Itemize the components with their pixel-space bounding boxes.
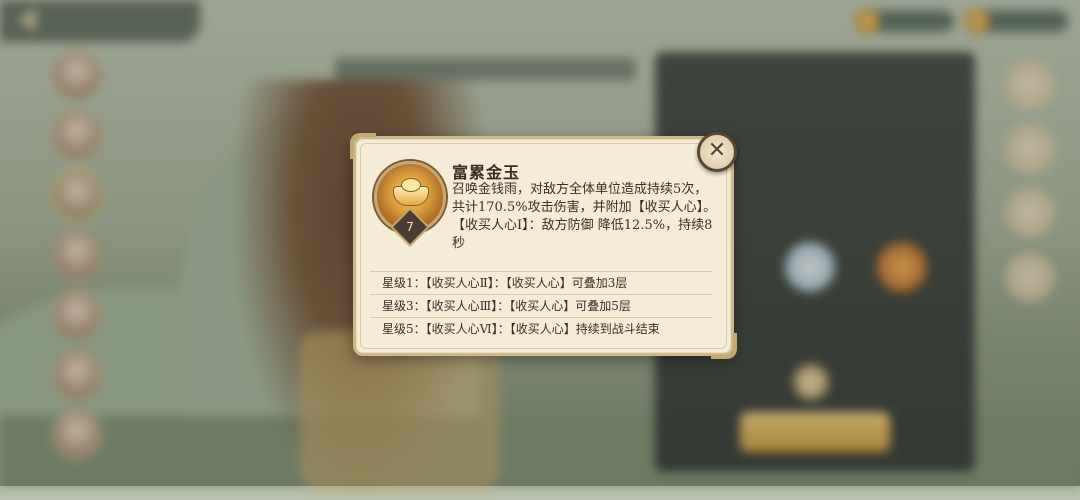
skill-description-line: 召唤金钱雨，对敌方全体单位造成持续5次，共计170.5%攻击伤害，并附加【收买人… (452, 182, 717, 215)
skill-description-line: 【收买人心Ⅰ】：敌方防御 降低12.5%，持续8秒 (452, 218, 713, 251)
skill-name: 富累金玉 (452, 163, 521, 182)
skill-level: 7 (406, 220, 414, 234)
corner-ornament (350, 133, 376, 159)
star-level-list: 星级1：【收买人心Ⅱ】：【收买人心】可叠加3层 星级3：【收买人心Ⅲ】：【收买人… (370, 271, 712, 340)
corner-ornament (711, 333, 737, 359)
star-level-row: 星级3：【收买人心Ⅲ】：【收买人心】可叠加5层 (370, 294, 712, 317)
skill-description: 召唤金钱雨，对敌方全体单位造成持续5次，共计170.5%攻击伤害，并附加【收买人… (452, 181, 717, 253)
star-level-row: 星级5：【收买人心Ⅵ】：【收买人心】持续到战斗结束 (370, 317, 712, 340)
close-icon[interactable]: ✕ (700, 135, 734, 169)
star-level-row: 星级1：【收买人心Ⅱ】：【收买人心】可叠加3层 (370, 271, 712, 294)
close-button[interactable]: ✕ (697, 132, 737, 172)
ingot-top (401, 178, 421, 192)
skill-tooltip: 7 富累金玉 召唤金钱雨，对敌方全体单位造成持续5次，共计170.5%攻击伤害，… (350, 133, 737, 359)
